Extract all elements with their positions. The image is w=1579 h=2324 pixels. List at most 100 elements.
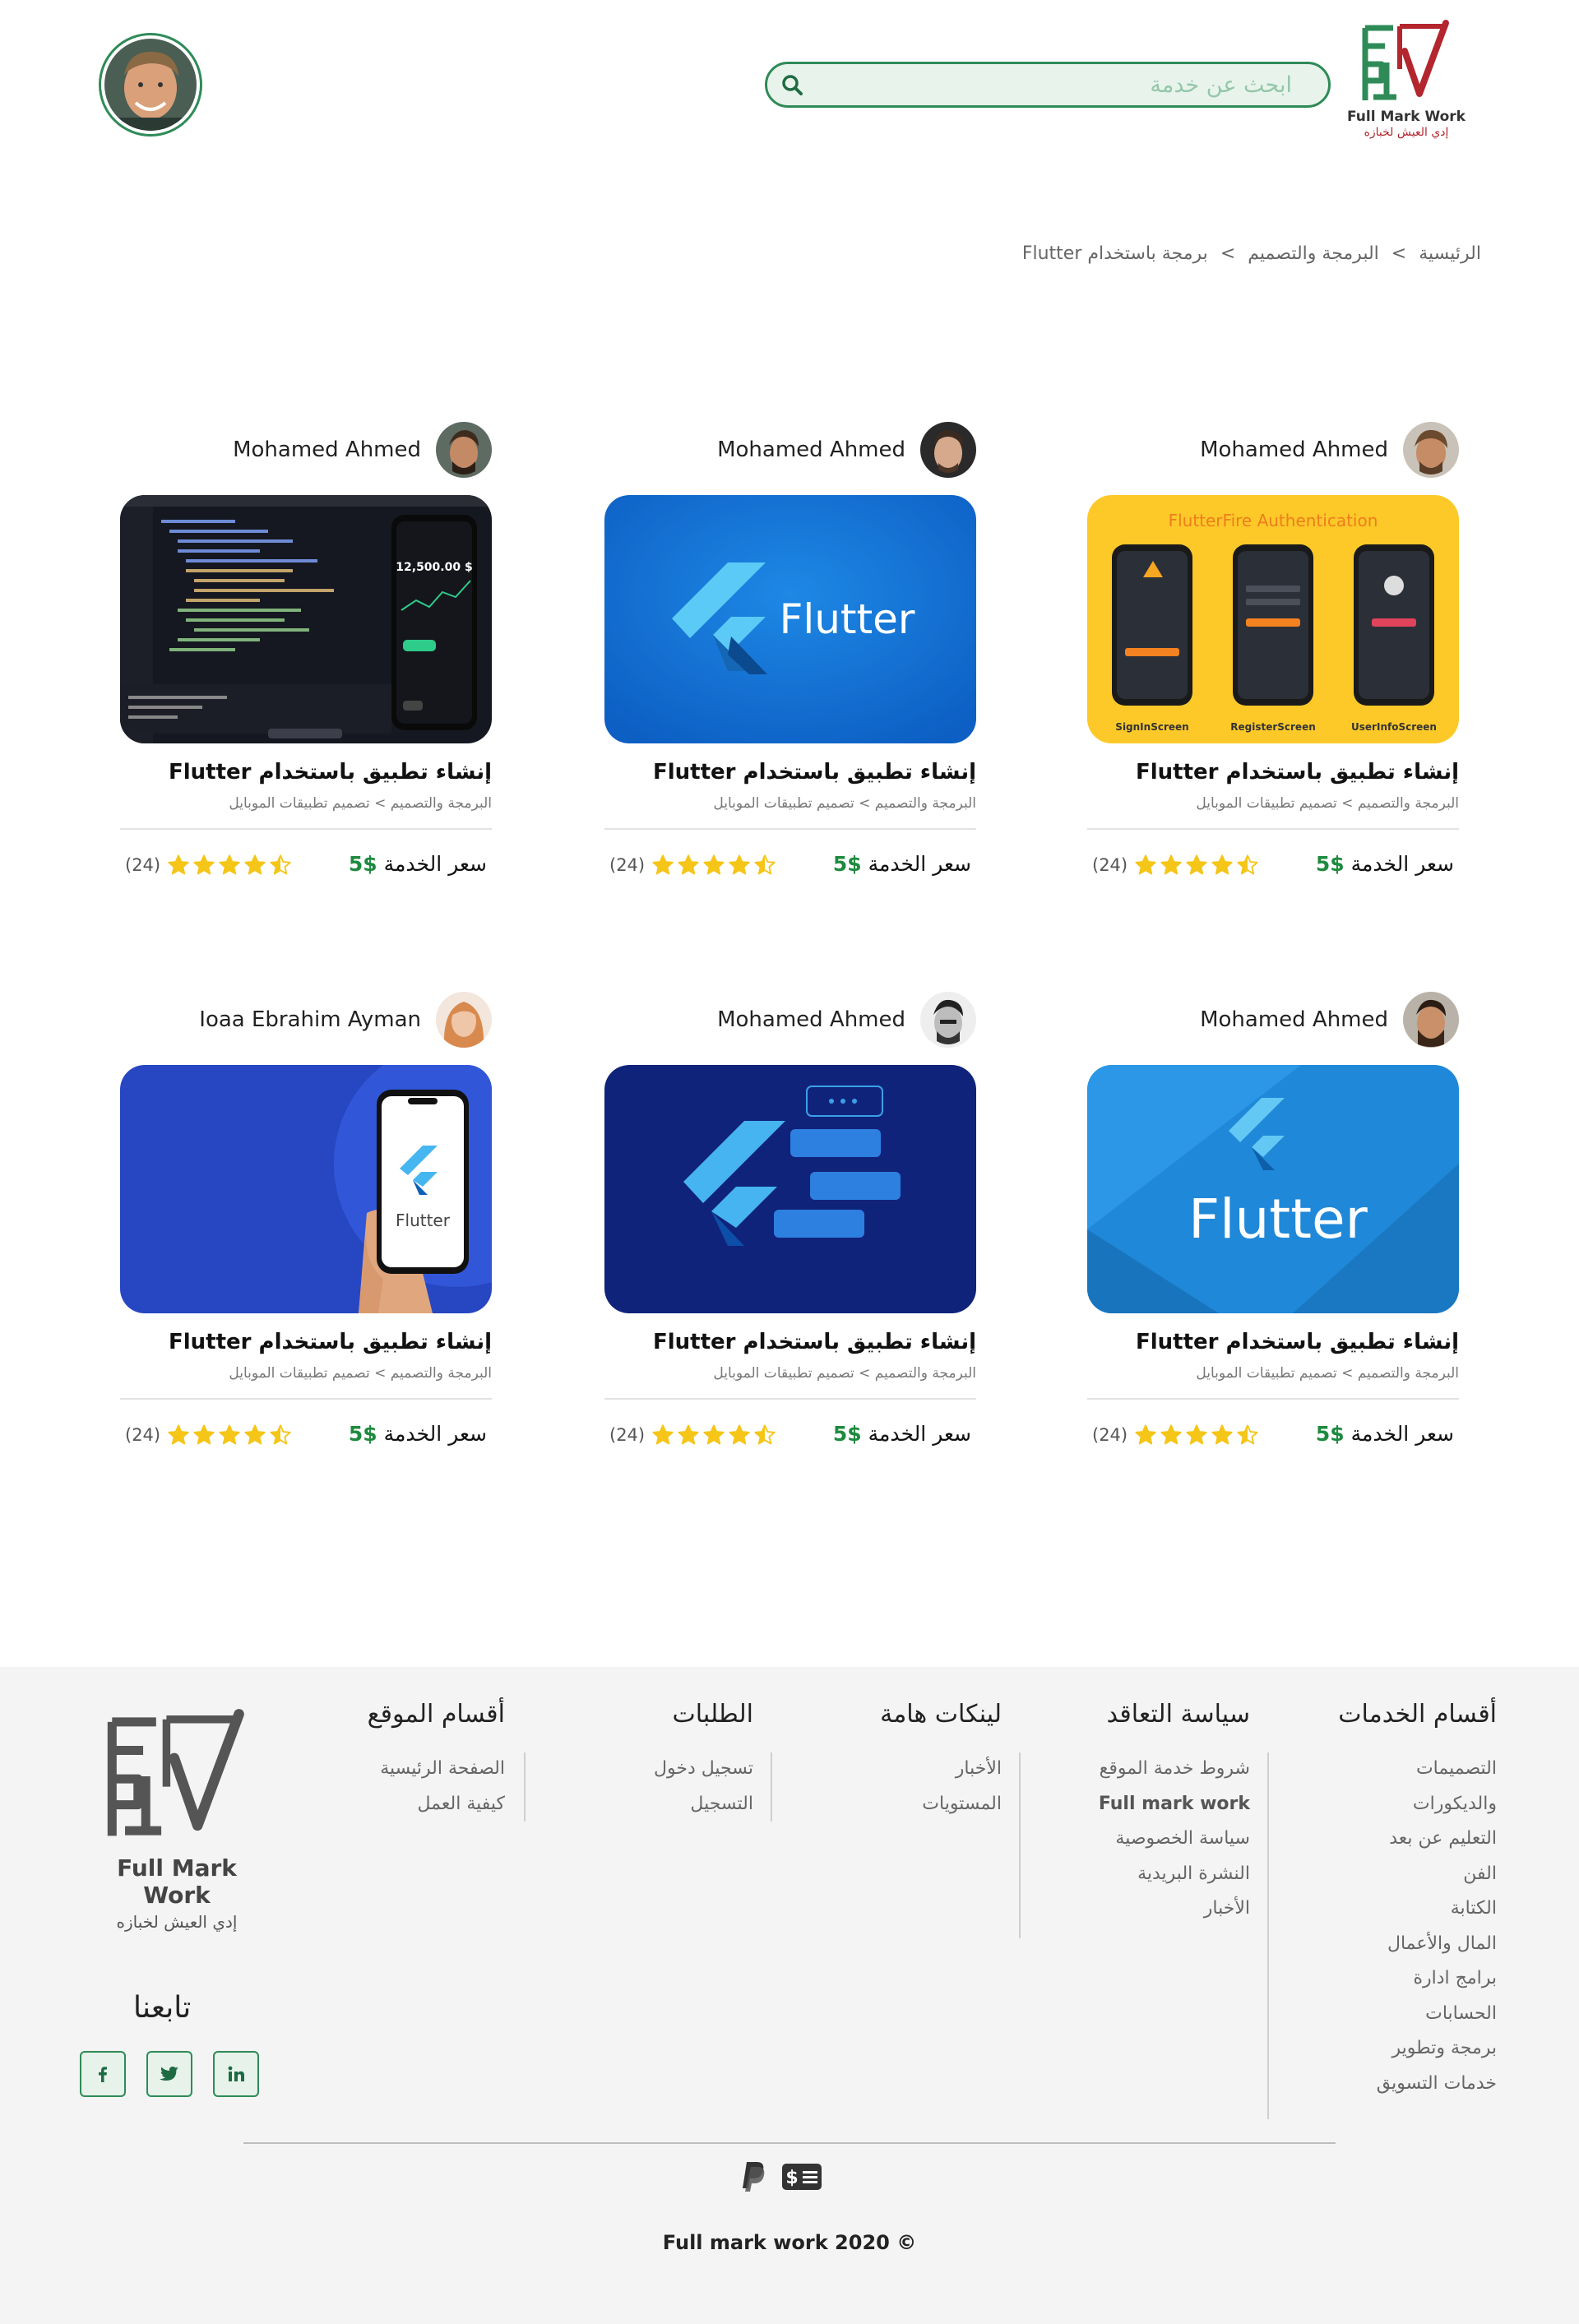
review-count: (24) [609,855,646,875]
footer-link[interactable]: التصميمات [1338,1752,1497,1787]
service-thumbnail[interactable]: FlutterFire Authentication SignInScreen … [1087,495,1459,743]
divider [120,828,492,830]
footer-logo-tagline: إدي العيش لخبازه [116,1912,238,1932]
star-full-icon [219,854,240,875]
service-card[interactable]: Mohamed Ahmed إنشاء تطبيق باستخدام Flutt… [604,991,976,1451]
card-author[interactable]: Mohamed Ahmed [717,991,976,1049]
footer-link[interactable]: الحسابات [1338,1997,1497,2032]
footer-link[interactable]: التعليم عن بعد [1338,1822,1497,1857]
card-author[interactable]: Mohamed Ahmed [1200,421,1459,479]
card-author[interactable]: Mohamed Ahmed [233,421,492,479]
footer-link[interactable]: الصفحة الرئيسية [368,1752,505,1787]
author-avatar [436,422,492,478]
footer-link[interactable]: تسجيل دخول [654,1752,753,1787]
search-input[interactable] [817,64,1328,105]
service-thumbnail[interactable] [604,1065,976,1313]
star-full-icon [219,1424,240,1445]
price-amount: 5$ [1315,852,1345,876]
service-thumbnail[interactable]: Flutter [604,495,976,743]
footer-column-title: لينكات هامة [880,1700,1002,1729]
card-author[interactable]: Ioaa Ebrahim Ayman [199,991,492,1049]
service-price: سعر الخدمة 5$ [348,852,487,876]
footer-link[interactable]: الكتابة [1338,1891,1497,1927]
service-title[interactable]: إنشاء تطبيق باستخدام Flutter [169,760,492,785]
footer-link[interactable]: شروط خدمة الموقع [1099,1752,1250,1787]
service-card[interactable]: Mohamed Ahmed Flutter إنشاء تطبيق باستخد… [1087,991,1459,1451]
footer-column-title: سياسة التعاقد [1106,1700,1250,1729]
star-full-icon [678,854,699,875]
price-amount: 5$ [832,1422,862,1446]
star-half-icon [754,1424,776,1445]
footer-link[interactable]: والديكورات [1338,1787,1497,1822]
site-logo[interactable]: Full Mark Work إدي العيش لخبازه [1341,18,1472,150]
service-card[interactable]: Mohamed Ahmed FlutterFire Authentication… [1087,421,1459,882]
star-rating: (24) [1092,1424,1262,1447]
star-rating: (24) [125,1424,294,1447]
footer-link[interactable]: الأخبار [880,1752,1002,1787]
linkedin-button[interactable] [213,2051,259,2097]
service-title[interactable]: إنشاء تطبيق باستخدام Flutter [653,760,976,785]
service-thumbnail[interactable]: Flutter [120,1065,492,1313]
card-author[interactable]: Mohamed Ahmed [717,421,976,479]
service-price: سعر الخدمة 5$ [832,1422,971,1446]
service-card[interactable]: Ioaa Ebrahim Ayman Flutter إنشاء تطبيق ب… [120,991,492,1451]
column-divider [1019,1752,1021,1938]
site-footer: أقسام الخدمات التصميمات والديكورات التعل… [0,1667,1579,2324]
phone-mockup [1233,544,1313,706]
footer-column-services: أقسام الخدمات التصميمات والديكورات التعل… [1338,1700,1497,2101]
price-amount: 5$ [348,852,377,876]
search-icon[interactable] [767,64,817,105]
service-title[interactable]: إنشاء تطبيق باستخدام Flutter [1136,1330,1459,1354]
follow-us-label: تابعنا [133,1991,192,2025]
service-thumbnail[interactable]: $ 12,500.00 [120,495,492,743]
footer-link[interactable]: المال والأعمال [1338,1927,1497,1962]
divider [1087,828,1459,830]
star-full-icon [652,1424,674,1445]
service-card[interactable]: Mohamed Ahmed $ 12,500.00 إنشاء تطبيق با… [120,421,492,882]
footer-link[interactable]: برمجة وتطوير [1338,2031,1497,2067]
author-avatar [920,422,976,478]
service-category: البرمجة والتصميم > تصميم تطبيقات الموباي… [713,1365,976,1382]
cash-icon: $ [782,2164,822,2190]
facebook-button[interactable] [80,2051,126,2097]
user-avatar[interactable] [99,33,202,137]
footer-link[interactable]: كيفية العمل [368,1787,505,1822]
footer-link[interactable]: الأخبار [1099,1891,1250,1927]
breadcrumb-home[interactable]: الرئيسية [1419,243,1481,264]
phone-mockup [1112,544,1192,706]
service-card[interactable]: Mohamed Ahmed Flutter إنشاء تطبيق باستخد… [604,421,976,882]
footer-link[interactable]: النشرة البريدية [1099,1857,1250,1892]
card-author[interactable]: Mohamed Ahmed [1200,991,1459,1049]
author-avatar [1403,422,1459,478]
star-full-icon [1135,1424,1156,1445]
breadcrumb: الرئيسية > البرمجة والتصميم > برمجة باست… [1019,243,1484,264]
footer-link[interactable]: الفن [1338,1857,1497,1892]
logo-mark-icon [107,1709,244,1836]
screen-label: SignInScreen [1115,721,1188,733]
footer-link[interactable]: التسجيل [654,1787,753,1822]
star-rating: (24) [609,854,779,877]
column-divider [524,1752,526,1822]
service-title[interactable]: إنشاء تطبيق باستخدام Flutter [169,1330,492,1354]
breadcrumb-category[interactable]: البرمجة والتصميم [1248,243,1379,264]
footer-logo[interactable]: Full Mark Work إدي العيش لخبازه [82,1706,271,1932]
footer-link[interactable]: المستويات [880,1787,1002,1822]
author-avatar [920,992,976,1048]
service-title[interactable]: إنشاء تطبيق باستخدام Flutter [653,1330,976,1354]
footer-link[interactable]: خدمات التسويق [1338,2067,1497,2102]
twitter-button[interactable] [146,2051,192,2097]
footer-link[interactable]: Full mark work [1099,1787,1250,1822]
footer-logo-text: Full Mark Work [117,1854,237,1909]
review-count: (24) [125,1425,161,1445]
service-thumbnail[interactable]: Flutter [1087,1065,1459,1313]
review-count: (24) [1092,855,1128,875]
star-full-icon [168,1424,189,1445]
star-full-icon [1160,854,1182,875]
star-full-icon [168,854,189,875]
footer-link[interactable]: برامج ادارة [1338,1961,1497,1997]
service-title[interactable]: إنشاء تطبيق باستخدام Flutter [1136,760,1459,785]
star-rating: (24) [609,1424,779,1447]
paypal-icon [743,2162,765,2192]
star-half-icon [1237,1424,1258,1445]
footer-link[interactable]: سياسة الخصوصية [1099,1822,1250,1857]
